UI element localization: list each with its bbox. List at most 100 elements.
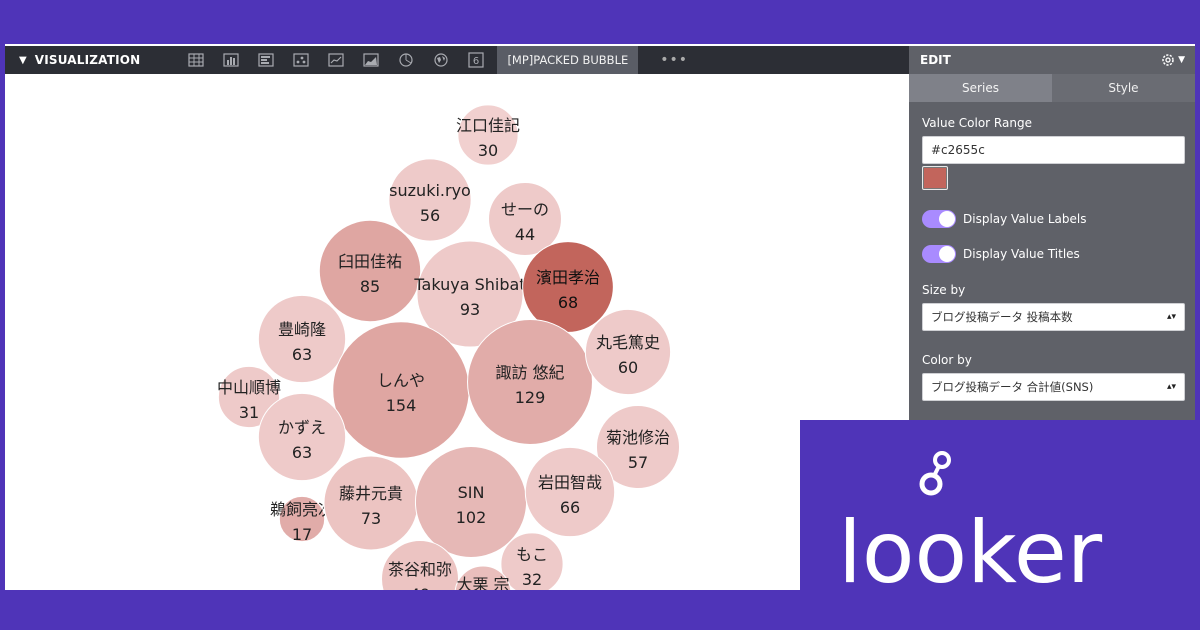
viz-type-icons: 6 — [178, 46, 493, 74]
tab-series[interactable]: Series — [909, 74, 1052, 102]
bubble-circle[interactable] — [318, 219, 422, 323]
bubble-5[interactable]: 濱田孝治 68 — [522, 241, 614, 333]
bubble-value: 31 — [239, 403, 259, 422]
bubble-value: 17 — [292, 525, 312, 544]
line-chart-icon[interactable] — [318, 46, 353, 74]
packed-bubble-chart: 江口佳記 30 suzuki.ryo 56 せーの 44 臼田佳祐 85 Takuya Shib… — [5, 74, 909, 590]
bubble-label: 臼田佳祐 — [338, 252, 402, 271]
bubble-circle[interactable] — [524, 446, 616, 538]
bubble-14[interactable]: 藤井元貴 73 — [323, 455, 419, 551]
edit-body: Value Color Range #c2655c Display Value … — [909, 102, 1195, 415]
bubble-label: 茶谷和弥 — [388, 560, 452, 579]
bubble-value: 93 — [460, 300, 480, 319]
bubble-label: しんや — [377, 371, 425, 390]
bubble-15[interactable]: SIN 102 — [414, 445, 528, 559]
tab-style[interactable]: Style — [1052, 74, 1195, 102]
bubble-0[interactable]: 江口佳記 30 — [456, 104, 520, 166]
value-color-range-input[interactable]: #c2655c — [922, 136, 1185, 164]
bubble-6[interactable]: 豊崎隆 63 — [257, 294, 347, 384]
size-by-select[interactable]: ブログ投稿データ 投稿本数 ▴▾ — [922, 303, 1185, 331]
bubble-label: suzuki.ryo — [389, 181, 471, 200]
looker-logo: looker — [800, 420, 1200, 590]
edit-tabs: Series Style — [909, 74, 1195, 102]
pie-chart-icon[interactable] — [388, 46, 423, 74]
bubble-value: 68 — [558, 293, 578, 312]
display-value-titles-toggle[interactable] — [922, 245, 956, 263]
top-brand-band — [0, 0, 1200, 44]
bubble-value: 57 — [628, 453, 648, 472]
bubble-value: 63 — [292, 345, 312, 364]
bubble-value: 32 — [522, 570, 542, 589]
value-color-range-label: Value Color Range — [922, 116, 1032, 130]
bubble-value: 154 — [386, 396, 417, 415]
single-value-icon[interactable]: 6 — [458, 46, 493, 74]
table-icon[interactable] — [178, 46, 213, 74]
bubble-circle[interactable] — [388, 158, 472, 242]
bubble-7[interactable]: しんや 154 — [332, 321, 470, 459]
bubble-label: 濱田孝治 — [536, 268, 600, 287]
bubble-circle[interactable] — [522, 241, 614, 333]
bubble-2[interactable]: せーの 44 — [488, 182, 562, 256]
scatter-icon[interactable] — [283, 46, 318, 74]
display-value-titles-row: Display Value Titles — [922, 245, 1182, 263]
bubble-8[interactable]: 諏訪 悠紀 129 — [467, 319, 593, 445]
color-swatch[interactable] — [922, 166, 948, 190]
area-chart-icon[interactable] — [353, 46, 388, 74]
display-value-labels-row: Display Value Labels — [922, 210, 1182, 228]
bubble-circle[interactable] — [488, 182, 562, 256]
map-icon[interactable] — [423, 46, 458, 74]
bubble-label: 大栗 宗 — [456, 575, 509, 590]
select-arrows-icon: ▴▾ — [1166, 382, 1176, 392]
edit-title: EDIT — [920, 53, 951, 67]
bubble-value: 66 — [560, 498, 580, 517]
bubble-circle[interactable] — [414, 445, 528, 559]
bubble-9[interactable]: 丸毛篤史 60 — [584, 308, 672, 396]
bubble-circle[interactable] — [332, 321, 470, 459]
bubble-circle[interactable] — [467, 319, 593, 445]
bubble-value: 129 — [515, 388, 546, 407]
bubble-label: 丸毛篤史 — [596, 333, 660, 352]
color-by-select[interactable]: ブログ投稿データ 合計値(SNS) ▴▾ — [922, 373, 1185, 401]
bubble-label: かずえ — [278, 418, 326, 437]
bubble-chart-svg: 江口佳記 30 suzuki.ryo 56 せーの 44 臼田佳祐 85 Takuya Shib… — [217, 104, 681, 590]
bubble-1[interactable]: suzuki.ryo 56 — [388, 158, 472, 242]
display-value-labels-toggle[interactable] — [922, 210, 956, 228]
bubble-circle[interactable] — [323, 455, 419, 551]
bubble-label: 菊池修治 — [606, 428, 670, 447]
svg-text:6: 6 — [473, 56, 479, 67]
chevron-down-icon: ▼ — [1178, 55, 1185, 65]
color-by-value: ブログ投稿データ 合計値(SNS) — [931, 380, 1094, 394]
more-options-icon[interactable]: ••• — [660, 52, 688, 68]
bubble-label: 中山順博 — [217, 378, 281, 397]
bar-chart-icon[interactable] — [248, 46, 283, 74]
active-viz-tab[interactable]: [MP]PACKED BUBBLE — [497, 46, 639, 74]
bubble-value: 60 — [618, 358, 638, 377]
size-by-label: Size by — [922, 283, 966, 297]
bubble-label: Takuya Shibat — [413, 275, 525, 294]
bubble-value: 85 — [360, 277, 380, 296]
collapse-caret-icon[interactable]: ▼ — [19, 55, 27, 66]
bottom-brand-band — [0, 590, 1200, 630]
bubble-circle[interactable] — [257, 294, 347, 384]
gear-icon[interactable]: ▼ — [1160, 52, 1185, 68]
select-arrows-icon: ▴▾ — [1166, 312, 1176, 322]
visualization-title[interactable]: VISUALIZATION — [35, 53, 141, 67]
bubble-label: 江口佳記 — [456, 116, 520, 135]
bubble-11[interactable]: かずえ 63 — [257, 392, 347, 482]
bubble-label: せーの — [501, 200, 549, 219]
toggle-knob — [939, 246, 955, 262]
bubble-label: SIN — [458, 483, 485, 502]
bubble-label: 諏訪 悠紀 — [495, 363, 564, 382]
bubble-17[interactable]: もこ 32 — [500, 532, 564, 590]
visualization-toolbar: ▼ VISUALIZATION 6 [MP]PACKED BUBBLE ••• — [5, 46, 909, 74]
size-by-value: ブログ投稿データ 投稿本数 — [931, 310, 1073, 324]
bubble-value: 63 — [292, 443, 312, 462]
bubble-circle[interactable] — [257, 392, 347, 482]
bubble-16[interactable]: 岩田智哉 66 — [524, 446, 616, 538]
bubble-label: もこ — [516, 545, 548, 564]
bubble-3[interactable]: 臼田佳祐 85 — [318, 219, 422, 323]
color-by-label: Color by — [922, 353, 972, 367]
bubble-circle[interactable] — [584, 308, 672, 396]
column-chart-icon[interactable] — [213, 46, 248, 74]
edit-header: EDIT ▼ — [909, 46, 1195, 74]
